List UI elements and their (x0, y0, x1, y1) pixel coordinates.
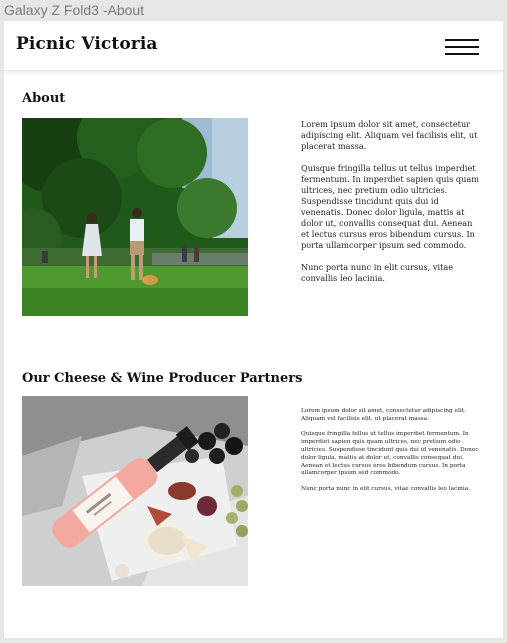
device-screen: Picnic Victoria About Lorem ipsum dolor … (4, 21, 503, 638)
site-brand[interactable]: Picnic Victoria (16, 34, 158, 54)
partners-text: Lorem ipsum dolor sit amet, consectetur … (301, 408, 481, 502)
about-paragraph: Quisque fringilla tellus ut tellus imper… (301, 163, 480, 250)
about-text: Lorem ipsum dolor sit amet, consectetur … (301, 119, 481, 295)
hamburger-menu-icon[interactable] (445, 39, 479, 55)
partners-photo (22, 396, 248, 586)
partners-paragraph: Nunc porta nunc in elit cursus, vitae co… (301, 485, 471, 492)
about-paragraph: Lorem ipsum dolor sit amet, consectetur … (301, 119, 478, 151)
about-photo (22, 118, 248, 316)
partners-paragraph: Quisque fringilla tellus ut tellus imper… (301, 431, 479, 477)
device-frame-label: Galaxy Z Fold3 -About (4, 2, 145, 18)
partners-heading: Our Cheese & Wine Producer Partners (22, 371, 303, 386)
about-heading: About (22, 91, 66, 106)
navbar: Picnic Victoria (4, 21, 503, 71)
partners-paragraph: Lorem ipsum dolor sit amet, consectetur … (301, 408, 466, 422)
about-paragraph: Nunc porta nunc in elit cursus, vitae co… (301, 262, 454, 283)
